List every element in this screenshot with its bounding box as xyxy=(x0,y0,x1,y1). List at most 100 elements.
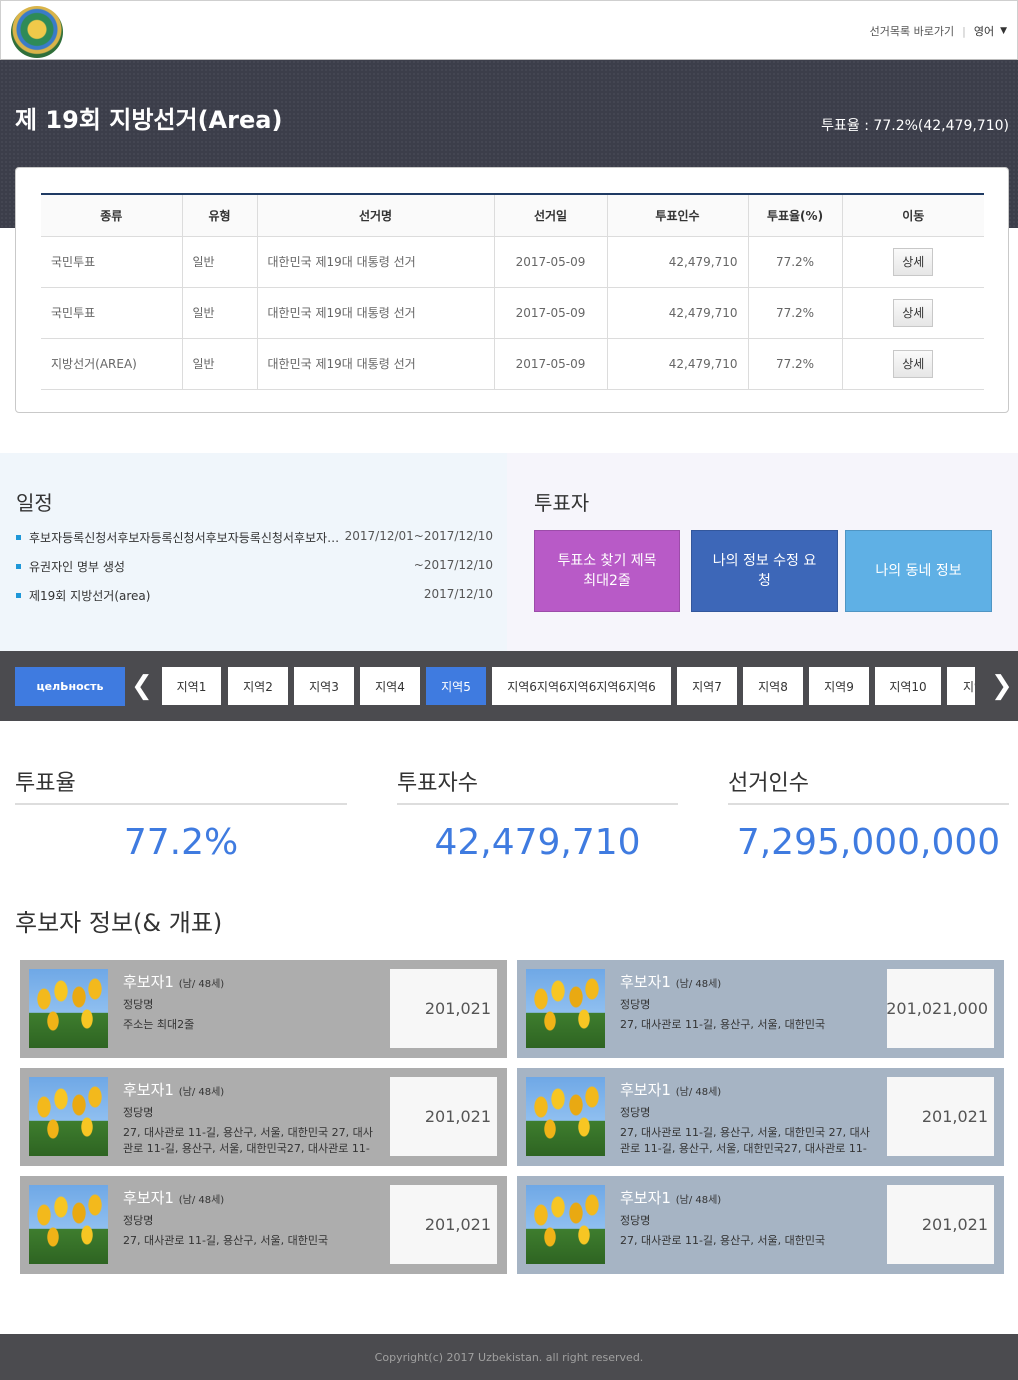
candidate-address: 주소는 최대2줄 xyxy=(123,1018,195,1031)
tab-region-4[interactable]: 지역4 xyxy=(360,667,420,705)
all-regions-button[interactable]: целЬность xyxy=(15,667,125,706)
detail-button[interactable]: 상세 xyxy=(893,247,934,276)
cell-action: 상세 xyxy=(841,338,984,390)
column-header: 선거명 xyxy=(256,194,494,237)
table-row: 국민투표 일반 대한민국 제19대 대통령 선거 2017-05-09 42,4… xyxy=(41,236,984,288)
find-polling-place-button[interactable]: 투표소 찾기 제목 최대2줄 xyxy=(534,530,680,612)
tab-region-2[interactable]: 지역2 xyxy=(228,667,288,705)
candidate-party: 정당명 xyxy=(123,1106,154,1119)
cell-name: 대한민국 제19대 대통령 선거 xyxy=(256,236,494,288)
top-header: 선거목록 바로가기 | 영어 ▼ xyxy=(0,0,1018,60)
tab-region-10[interactable]: 지역10 xyxy=(875,667,941,705)
candidate-photo xyxy=(526,1077,605,1156)
cell-action: 상세 xyxy=(841,287,984,339)
bullet-icon xyxy=(16,564,21,569)
stat-value: 7,295,000,000 xyxy=(736,822,1001,863)
detail-button[interactable]: 상세 xyxy=(893,349,934,378)
candidate-info: 후보자1 (남/ 48세) 정당명 27, 대사관로 11-길, 용산구, 서울… xyxy=(123,1187,378,1249)
candidate-photo xyxy=(29,969,108,1048)
candidate-address: 27, 대사관로 11-길, 용산구, 서울, 대한민국 xyxy=(620,1234,826,1247)
schedule-item-date: ~2017/12/10 xyxy=(413,558,493,572)
candidate-name: 후보자1 xyxy=(123,1081,174,1099)
language-label: 영어 xyxy=(973,25,995,38)
cell-date: 2017-05-09 xyxy=(493,287,607,339)
candidate-meta: (남/ 48세) xyxy=(178,979,225,990)
cell-rate: 77.2% xyxy=(747,287,842,339)
column-header: 투표율(%) xyxy=(747,194,842,237)
stat-title: 선거인수 xyxy=(728,763,1009,805)
table-row: 지방선거(AREA) 일반 대한민국 제19대 대통령 선거 2017-05-0… xyxy=(41,338,984,390)
cell-name: 대한민국 제19대 대통령 선거 xyxy=(256,287,494,339)
schedule-title: 일정 xyxy=(16,491,53,515)
page-title: 제 19회 지방선거(Area) xyxy=(15,106,283,134)
cell-date: 2017-05-09 xyxy=(493,338,607,390)
candidate-party: 정당명 xyxy=(123,998,154,1011)
stat-voter-count: 투표자수 42,479,710 xyxy=(397,763,678,863)
detail-button[interactable]: 상세 xyxy=(893,298,934,327)
candidate-votes: 201,021 xyxy=(390,969,497,1048)
schedule-panel: 일정 후보자등록신청서후보자등록신청서후보자등록신청서후보자등록신청서 2017… xyxy=(0,453,507,651)
edit-my-info-button[interactable]: 나의 정보 수정 요청 xyxy=(691,530,838,612)
candidate-votes: 201,021,000 xyxy=(886,969,994,1048)
stat-title: 투표자수 xyxy=(397,763,678,805)
schedule-item[interactable]: 유권자인 명부 생성 ~2017/12/10 xyxy=(16,558,493,587)
voter-title: 투표자 xyxy=(534,491,590,515)
schedule-item[interactable]: 후보자등록신청서후보자등록신청서후보자등록신청서후보자등록신청서 2017/12… xyxy=(16,529,493,558)
candidate-votes: 201,021 xyxy=(390,1077,497,1156)
tab-region-8[interactable]: 지역8 xyxy=(743,667,803,705)
candidate-address: 27, 대사관로 11-길, 용산구, 서울, 대한민국 27, 대사관로 11… xyxy=(620,1126,870,1155)
page: 선거목록 바로가기 | 영어 ▼ 제 19회 지방선거(Area) 투표율 : … xyxy=(0,0,1018,1380)
tab-region-6[interactable]: 지역6지역6지역6지역6지역6 xyxy=(492,667,671,705)
candidate-name: 후보자1 xyxy=(620,1189,671,1207)
stat-turnout: 투표율 77.2% xyxy=(15,763,347,863)
table-row: 국민투표 일반 대한민국 제19대 대통령 선거 2017-05-09 42,4… xyxy=(41,287,984,339)
candidate-card[interactable]: 후보자1 (남/ 48세) 정당명 27, 대사관로 11-길, 용산구, 서울… xyxy=(20,1068,507,1166)
cell-voters: 42,479,710 xyxy=(606,338,748,390)
emblem-logo[interactable] xyxy=(11,6,63,58)
election-list-link[interactable]: 선거목록 바로가기 xyxy=(870,23,954,39)
tab-region-9[interactable]: 지역9 xyxy=(809,667,869,705)
candidate-meta: (남/ 48세) xyxy=(675,1087,722,1098)
cell-voters: 42,479,710 xyxy=(606,287,748,339)
candidate-info: 후보자1 (남/ 48세) 정당명 27, 대사관로 11-길, 용산구, 서울… xyxy=(620,1187,875,1249)
candidate-meta: (남/ 48세) xyxy=(178,1087,225,1098)
cell-date: 2017-05-09 xyxy=(493,236,607,288)
table-header-row: 종류 유형 선거명 선거일 투표인수 투표율(%) 이동 xyxy=(41,194,984,237)
schedule-item-date: 2017/12/10 xyxy=(423,587,493,601)
column-header: 투표인수 xyxy=(606,194,748,237)
candidate-votes: 201,021 xyxy=(887,1185,994,1264)
tab-region-7[interactable]: 지역7 xyxy=(677,667,737,705)
schedule-item[interactable]: 제19회 지방선거(area) 2017/12/10 xyxy=(16,587,493,616)
schedule-item-text: 제19회 지방선거(area) xyxy=(29,589,151,603)
chevron-left-icon[interactable]: ❮ xyxy=(131,673,153,699)
candidate-meta: (남/ 48세) xyxy=(178,1195,225,1206)
language-selector[interactable]: 영어 ▼ xyxy=(974,23,1007,39)
chevron-right-icon[interactable]: ❯ xyxy=(991,673,1013,699)
candidate-photo xyxy=(526,969,605,1048)
candidate-info: 후보자1 (남/ 48세) 정당명 27, 대사관로 11-길, 용산구, 서울… xyxy=(620,971,875,1033)
candidate-address: 27, 대사관로 11-길, 용산구, 서울, 대한민국 xyxy=(620,1018,826,1031)
candidate-name: 후보자1 xyxy=(620,1081,671,1099)
candidate-card[interactable]: 후보자1 (남/ 48세) 정당명 27, 대사관로 11-길, 용산구, 서울… xyxy=(517,1176,1004,1274)
tab-region-11[interactable]: 지역11 xyxy=(947,667,975,705)
candidate-card[interactable]: 후보자1 (남/ 48세) 정당명 27, 대사관로 11-길, 용산구, 서울… xyxy=(20,1176,507,1274)
schedule-item-date: 2017/12/01~2017/12/10 xyxy=(344,529,493,543)
candidate-address: 27, 대사관로 11-길, 용산구, 서울, 대한민국 xyxy=(123,1234,329,1247)
cell-kind: 국민투표 xyxy=(41,287,182,339)
candidate-photo xyxy=(526,1185,605,1264)
candidate-card[interactable]: 후보자1 (남/ 48세) 정당명 27, 대사관로 11-길, 용산구, 서울… xyxy=(517,1068,1004,1166)
candidate-card[interactable]: 후보자1 (남/ 48세) 정당명 27, 대사관로 11-길, 용산구, 서울… xyxy=(517,960,1004,1058)
tab-region-1[interactable]: 지역1 xyxy=(162,667,221,705)
cell-kind: 국민투표 xyxy=(41,236,182,288)
candidate-party: 정당명 xyxy=(620,1214,651,1227)
tab-region-3[interactable]: 지역3 xyxy=(294,667,354,705)
top-links: 선거목록 바로가기 | 영어 ▼ xyxy=(870,23,1007,39)
candidate-card[interactable]: 후보자1 (남/ 48세) 정당명 주소는 최대2줄 201,021 xyxy=(20,960,507,1058)
bullet-icon xyxy=(16,535,21,540)
candidate-name: 후보자1 xyxy=(123,973,174,991)
candidates-heading: 후보자 정보(& 개표) xyxy=(15,909,223,937)
tab-region-5[interactable]: 지역5 xyxy=(426,667,486,705)
schedule-list: 후보자등록신청서후보자등록신청서후보자등록신청서후보자등록신청서 2017/12… xyxy=(16,529,493,616)
copyright-text: Copyright(c) 2017 Uzbekistan. all right … xyxy=(374,1350,644,1364)
my-neighborhood-button[interactable]: 나의 동네 정보 xyxy=(845,530,992,612)
